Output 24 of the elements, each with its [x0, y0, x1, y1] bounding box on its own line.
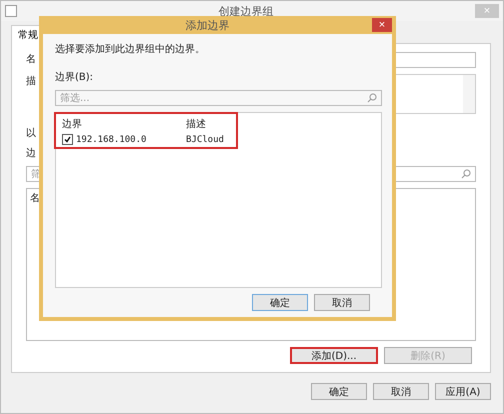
- list-label: 边界(B):: [55, 70, 94, 84]
- field-label: 名: [26, 53, 36, 66]
- dialog-button[interactable]: 确定: [252, 294, 308, 311]
- column-header: 描述: [186, 118, 206, 131]
- table-cell: BJCloud: [186, 134, 224, 144]
- table-cell: 192.168.100.0: [76, 134, 146, 144]
- search-icon: [367, 93, 377, 103]
- close-button[interactable]: ×: [372, 18, 392, 32]
- list-label: 边: [26, 146, 36, 160]
- instruction-text: 选择要添加到此边界组中的边界。: [55, 42, 206, 56]
- search-icon: [461, 169, 471, 179]
- checkbox[interactable]: [62, 134, 73, 145]
- column-header: 名: [30, 193, 40, 204]
- dialog-button[interactable]: 取消: [314, 294, 370, 311]
- footer-button[interactable]: 确定: [311, 383, 367, 400]
- footer-button[interactable]: 取消: [373, 383, 429, 400]
- window-title: 创建边界组: [218, 4, 274, 18]
- column-header: 边界: [62, 118, 83, 131]
- dialog-title: 添加边界: [184, 18, 230, 32]
- field-label: 描: [26, 74, 36, 88]
- footer-button[interactable]: 应用(A): [435, 383, 491, 400]
- hint-text: 以: [26, 126, 36, 140]
- add-button[interactable]: 添加(D)...: [290, 347, 378, 364]
- app-icon: [5, 5, 17, 17]
